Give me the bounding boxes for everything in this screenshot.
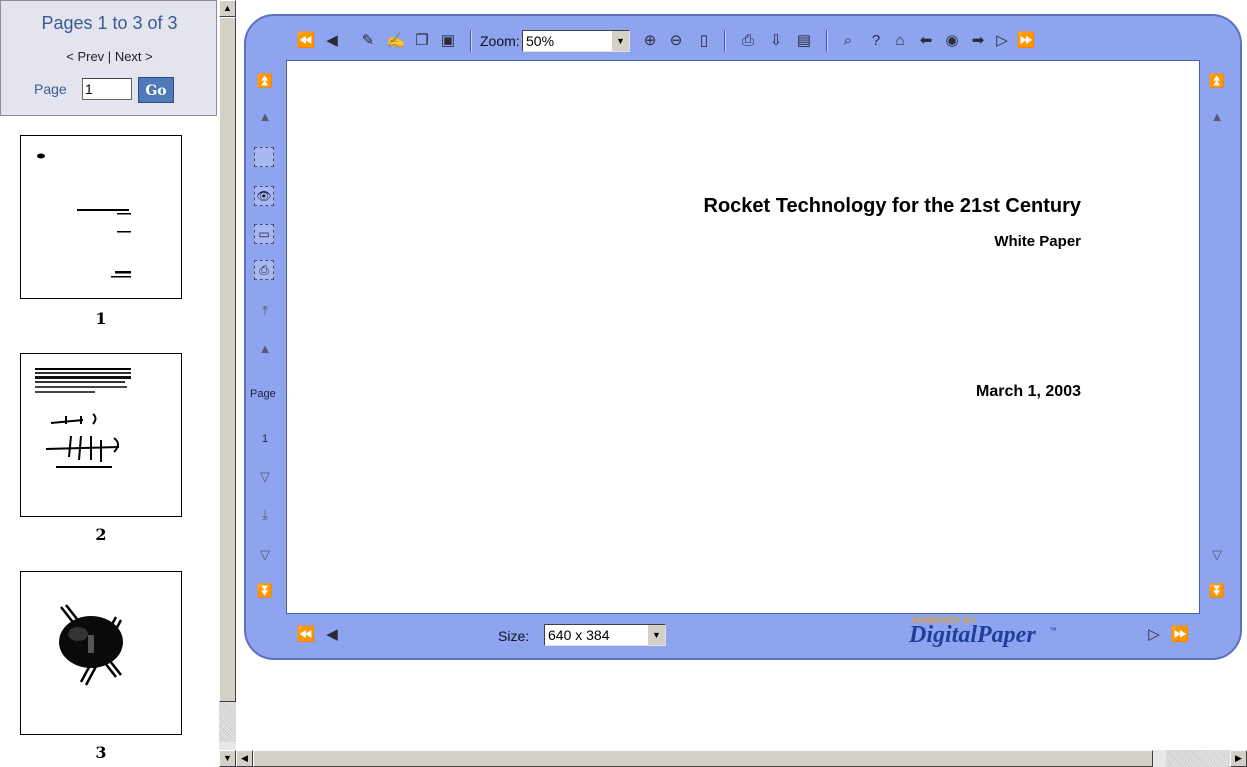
scroll-right-arrow-icon[interactable]: ▶ <box>1230 750 1247 767</box>
fit-page-icon[interactable]: ▯ <box>694 30 714 50</box>
page-label: Page <box>34 81 67 97</box>
size-label: Size: <box>498 628 530 644</box>
scroll-bottom-icon[interactable]: ⏬ <box>254 580 276 602</box>
document-subtitle: White Paper <box>994 233 1081 250</box>
pages-count-title: Pages 1 to 3 of 3 <box>41 13 178 33</box>
prev-link[interactable]: < Prev <box>66 49 104 64</box>
horizontal-scroll-thumb[interactable] <box>253 750 1153 767</box>
scroll-top-icon[interactable]: ⏫ <box>254 70 276 92</box>
vertical-scroll-thumb[interactable] <box>219 17 236 702</box>
prev-next-separator: | <box>107 49 112 64</box>
search-icon[interactable]: ⌕ <box>838 30 858 50</box>
contents-globe-icon[interactable]: ◉ <box>942 30 962 50</box>
zoom-in-icon[interactable]: ⊕ <box>640 30 660 50</box>
last-page-icon[interactable]: ⏩ <box>1016 30 1036 50</box>
scroll-up-icon[interactable]: ▲ <box>254 105 276 127</box>
prev-page-icon[interactable]: ◀ <box>322 30 342 50</box>
size-value: 640 x 384 <box>548 627 610 643</box>
toolbar-separator <box>470 30 472 52</box>
bottom-prev-page-icon[interactable]: ◀ <box>322 624 342 644</box>
previous-page-vertical-icon[interactable]: ▲ <box>254 337 276 359</box>
view-eye-icon[interactable]: 👁 <box>254 186 274 206</box>
last-page-vertical-icon[interactable]: ⤓ <box>254 504 276 526</box>
help-icon[interactable]: ? <box>866 30 886 50</box>
back-arrow-icon[interactable]: ⬅ <box>916 30 936 50</box>
first-page-vertical-icon[interactable]: ⤒ <box>254 300 276 322</box>
vertical-scroll-track[interactable] <box>219 702 236 742</box>
properties-icon[interactable]: ▤ <box>794 30 814 50</box>
next-page-icon[interactable]: ▷ <box>992 30 1012 50</box>
thumbnail-2-number: 2 <box>95 525 107 544</box>
home-icon[interactable]: ⌂ <box>890 30 910 50</box>
first-page-icon[interactable]: ⏪ <box>296 30 316 50</box>
prev-next-links: < Prev | Next > <box>1 49 218 64</box>
download-icon[interactable]: ⇩ <box>766 30 786 50</box>
document-title: Rocket Technology for the 21st Century <box>703 195 1081 217</box>
thumbnail-panel: Pages 1 to 3 of 3 < Prev | Next > Page G… <box>0 0 220 767</box>
horizontal-scroll-track[interactable] <box>1166 750 1230 767</box>
scroll-down-icon[interactable]: ▽ <box>254 544 276 566</box>
clipboard-icon[interactable]: ▭ <box>254 224 274 244</box>
size-select[interactable]: 640 x 384 ▼ <box>544 624 666 646</box>
page-number-input[interactable] <box>82 78 132 100</box>
trademark-symbol: ™ <box>1049 626 1057 635</box>
right-scroll-bottom-icon[interactable]: ⏬ <box>1206 580 1228 602</box>
zoom-value: 50% <box>526 33 555 49</box>
next-page-vertical-icon[interactable]: ▽ <box>254 466 276 488</box>
edit-note-icon[interactable]: ✎ <box>358 30 378 50</box>
toolbar-separator <box>724 30 726 52</box>
zoom-label: Zoom: <box>480 33 520 49</box>
page-navigation: Pages 1 to 3 of 3 < Prev | Next > Page G… <box>0 0 217 116</box>
digitalpaper-logo: DigitalPaper <box>909 622 1036 648</box>
next-link[interactable]: Next > <box>115 49 153 64</box>
right-scroll-down-icon[interactable]: ▽ <box>1206 544 1228 566</box>
page-thumbnail-1[interactable] <box>20 135 182 299</box>
thumbnail-vertical-scrollbar[interactable]: ▲ ▼ <box>219 0 236 767</box>
thumbnail-1-number: 1 <box>95 309 107 328</box>
thumbnail-3-number: 3 <box>95 743 107 762</box>
scroll-up-arrow-icon[interactable]: ▲ <box>219 0 236 17</box>
bottom-first-page-icon[interactable]: ⏪ <box>296 624 316 644</box>
zoom-out-icon[interactable]: ⊖ <box>666 30 686 50</box>
document-page: Rocket Technology for the 21st Century W… <box>286 60 1200 614</box>
thumbnail-1-preview <box>37 153 131 278</box>
bottom-last-page-icon[interactable]: ⏩ <box>1170 624 1190 644</box>
document-date: March 1, 2003 <box>976 383 1081 400</box>
thumbnail-3-preview <box>59 604 123 686</box>
copy-pages-icon[interactable]: ❐ <box>412 30 432 50</box>
page-thumbnail-2[interactable] <box>20 353 182 517</box>
select-area-icon[interactable] <box>254 147 274 167</box>
right-scroll-top-icon[interactable]: ⏫ <box>1206 70 1228 92</box>
zoom-select[interactable]: 50% ▼ <box>522 30 630 52</box>
thumbnail-2-preview <box>35 368 131 468</box>
highlighter-icon[interactable]: ✍ <box>386 30 406 50</box>
print-selection-icon[interactable]: ⎙ <box>254 260 274 280</box>
forward-arrow-icon[interactable]: ➡ <box>968 30 988 50</box>
size-dropdown-arrow-icon[interactable]: ▼ <box>647 625 665 645</box>
zoom-dropdown-arrow-icon[interactable]: ▼ <box>611 31 629 51</box>
scroll-down-arrow-icon[interactable]: ▼ <box>219 750 236 767</box>
print-icon[interactable]: ⎙ <box>738 30 758 50</box>
side-page-number: 1 <box>262 433 269 445</box>
scroll-left-arrow-icon[interactable]: ◀ <box>236 750 253 767</box>
image-export-icon[interactable]: ▣ <box>438 30 458 50</box>
page-thumbnail-3[interactable] <box>20 571 182 735</box>
toolbar-separator <box>826 30 828 52</box>
right-scroll-up-icon[interactable]: ▲ <box>1206 105 1228 127</box>
go-button[interactable]: Go <box>138 77 174 103</box>
horizontal-scrollbar[interactable]: ◀ ▶ <box>236 750 1247 767</box>
side-page-label: Page <box>250 388 276 400</box>
bottom-next-page-icon[interactable]: ▷ <box>1144 624 1164 644</box>
